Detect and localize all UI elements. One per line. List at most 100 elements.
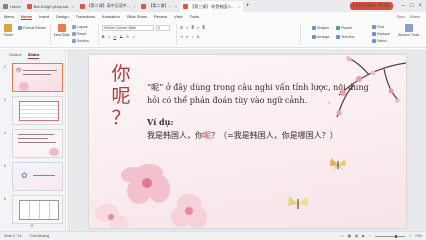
slide-thumbnail[interactable] <box>12 96 63 125</box>
section-button[interactable]: Section <box>72 39 89 43</box>
slide-sorter-icon[interactable]: ▤ <box>355 234 358 238</box>
reset-button[interactable]: Reset <box>72 32 86 36</box>
arrange-button[interactable]: Arrange <box>312 35 329 39</box>
align-left-icon[interactable]: ≣ <box>191 26 194 30</box>
menu-transitions[interactable]: Transitions <box>76 14 95 19</box>
tab-home[interactable]: Home <box>0 0 24 12</box>
minimize-icon[interactable]: – <box>402 3 405 9</box>
slide-thumbnail-row[interactable]: 2 你 <box>2 63 64 93</box>
shapes-button[interactable]: Shapes <box>312 26 329 30</box>
slide-thumbnail[interactable] <box>12 195 63 224</box>
close-window-icon[interactable]: × <box>418 3 422 9</box>
zoom-slider[interactable] <box>374 234 405 238</box>
slide-thumbnail-row[interactable]: 3 <box>2 96 64 126</box>
slide-vertical-title[interactable]: 你 呢 ？ <box>107 63 135 129</box>
menu-insert[interactable]: Insert <box>39 14 49 19</box>
slide-thumbnail-row[interactable]: 5 ✿ <box>2 162 64 192</box>
textbox-button[interactable]: Text Box <box>336 35 354 39</box>
tab-label: 【第二课】高中汉语中... <box>86 3 131 8</box>
example-sentence[interactable]: 我是韩国人，你呢？（=我是韩国人，你是哪国人？） <box>147 130 338 141</box>
line-spacing-icon[interactable]: ↕ <box>192 35 194 39</box>
new-slide-button[interactable]: New Slide <box>54 24 70 37</box>
new-slide-label: New Slide <box>54 33 70 37</box>
find-button[interactable]: Find <box>372 25 384 29</box>
example-label[interactable]: Ví dụ: <box>147 117 173 127</box>
play-icon[interactable]: ▶ <box>362 234 365 238</box>
tab-document-3[interactable]: 【第二课】... × <box>138 0 180 12</box>
replace-label: Replace <box>377 32 390 36</box>
add-slide-button[interactable]: + <box>30 223 34 230</box>
menu-slide-show[interactable]: Slide Show <box>127 14 147 19</box>
font-name-select[interactable]: Simhei Current Slide <box>102 25 154 31</box>
upgrade-button[interactable]: Upgrade Now <box>349 2 393 10</box>
font-color-icon[interactable]: A <box>126 35 128 39</box>
textbox-label: Text Box <box>341 35 355 39</box>
picture-button[interactable]: Picture <box>336 26 352 30</box>
tab-document-1[interactable]: Bài 8-Ngữ pháp bài × <box>24 0 77 12</box>
layout-button[interactable]: Layout <box>72 25 88 29</box>
paste-button[interactable]: Paste <box>4 24 13 37</box>
slide-thumbnail-row[interactable]: 6 <box>2 195 64 225</box>
bold-button[interactable]: B <box>102 35 105 39</box>
slide-number: 4 <box>4 131 6 135</box>
format-label: Format Painter <box>23 26 47 30</box>
font-style-group: B I U S A A <box>102 35 135 39</box>
slide-thumbnail[interactable]: 你 <box>12 63 63 92</box>
underline-button[interactable]: U <box>114 35 117 39</box>
title-char: 你 <box>111 63 131 85</box>
notes-icon[interactable]: ▭ <box>340 234 343 238</box>
align-center-icon[interactable]: ≡ <box>197 26 199 30</box>
slide-thumbnail[interactable] <box>12 129 63 158</box>
slide-number: 3 <box>4 98 6 102</box>
numbering-icon[interactable]: ≡ <box>186 26 188 30</box>
format-painter-button[interactable]: Format Painter <box>18 26 46 30</box>
font-size-select[interactable]: 0 <box>156 25 170 31</box>
thumb-text-line <box>33 175 55 176</box>
presentation-icon <box>141 3 147 9</box>
font-missing-indicator[interactable]: Font Missing <box>30 234 50 238</box>
tab-outline[interactable]: Outline <box>9 52 22 59</box>
student-tools-button[interactable]: Student Tools <box>398 24 419 37</box>
close-tab-icon[interactable]: × <box>71 4 73 9</box>
menu-review[interactable]: Review <box>154 14 167 19</box>
strikethrough-button[interactable]: S <box>120 35 122 39</box>
share-button[interactable]: Share <box>409 14 420 19</box>
select-button[interactable]: Select <box>372 39 387 43</box>
current-slide[interactable]: 你 呢 ？ “呢” ở đây dùng trong câu nghi vấn … <box>89 55 406 228</box>
replace-button[interactable]: Replace <box>372 32 390 36</box>
sync-button[interactable]: Sync <box>396 14 405 19</box>
menu-view[interactable]: View <box>174 14 183 19</box>
maximize-icon[interactable]: □ <box>410 3 414 9</box>
close-tab-icon[interactable]: × <box>238 4 240 9</box>
indent-icon[interactable]: ⇥ <box>180 35 183 39</box>
tab-document-2[interactable]: 【第二课】高中汉语中... × <box>77 0 139 12</box>
menu-animation[interactable]: Animation <box>102 14 120 19</box>
zoom-level[interactable]: 70% <box>415 234 422 238</box>
paragraph-group: ☰ ≡ ≣ ≡ ≣ <box>180 26 205 30</box>
close-tab-icon[interactable]: × <box>133 4 135 9</box>
brush-icon <box>18 26 22 30</box>
slide-thumbnail-row[interactable]: 4 <box>2 129 64 159</box>
menu-design[interactable]: Design <box>56 14 68 19</box>
tab-document-active[interactable]: 【第三课】 你是韩国人... × <box>180 1 243 12</box>
menu-main[interactable]: Menu <box>4 14 14 19</box>
bullets-icon[interactable]: ☰ <box>180 26 183 30</box>
menu-tools[interactable]: Tools <box>190 14 199 19</box>
slide-body-text[interactable]: “呢” ở đây dùng trong câu nghi vấn tỉnh l… <box>147 81 372 107</box>
normal-view-icon[interactable]: ▦ <box>348 234 351 238</box>
align-right-icon[interactable]: ≣ <box>202 26 205 30</box>
slide-thumbnail[interactable]: ✿ <box>12 162 63 191</box>
text-direction-icon[interactable]: ⇅ <box>197 35 200 39</box>
zoom-out-icon[interactable]: − <box>369 234 371 238</box>
menu-home[interactable]: Home <box>21 14 33 20</box>
layout-label: Layout <box>77 25 88 29</box>
tab-slides[interactable]: Slides <box>27 52 40 59</box>
outdent-icon[interactable]: ⇤ <box>186 35 189 39</box>
slide-number: 5 <box>4 164 6 168</box>
italic-button[interactable]: I <box>109 35 110 39</box>
highlight-icon[interactable]: A <box>133 35 135 39</box>
new-tab-button[interactable]: + <box>243 0 253 12</box>
zoom-in-icon[interactable]: + <box>409 234 411 238</box>
close-tab-icon[interactable]: × <box>175 4 177 9</box>
example-part: ？（=我是韩国人，你是哪国人？） <box>211 131 338 140</box>
